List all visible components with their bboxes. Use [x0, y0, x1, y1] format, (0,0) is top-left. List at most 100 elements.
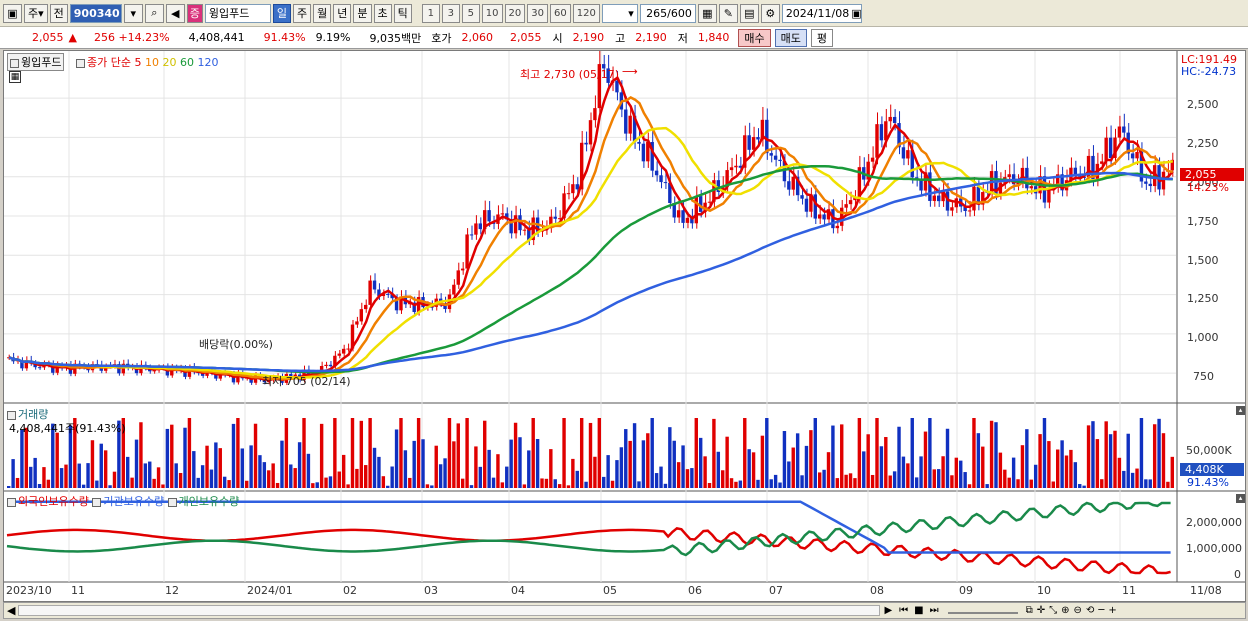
dividend-annotation: 배당락(0.00%) — [199, 338, 273, 351]
volume-bar — [1078, 484, 1082, 488]
scroll-right-icon[interactable]: ▶ — [880, 605, 896, 616]
volume-bar — [253, 423, 258, 488]
volume-bar — [518, 437, 522, 488]
trend-icon[interactable]: ⤡ — [1047, 605, 1059, 616]
dropdown-arrow-icon[interactable]: ▾ — [123, 3, 143, 23]
scroll-track[interactable] — [18, 605, 881, 616]
count-input[interactable]: 265/600 — [639, 3, 696, 23]
candle-body — [1135, 151, 1139, 159]
x-tick: 11 — [1122, 584, 1136, 597]
custom-period-select[interactable]: ▾ — [601, 3, 638, 23]
holding-line — [6, 526, 1171, 575]
speaker-icon[interactable]: ◀ — [165, 3, 185, 23]
sell-button[interactable]: 매도 — [774, 28, 807, 47]
ma-icon — [76, 58, 85, 68]
tab-week[interactable]: 주 — [293, 3, 312, 23]
reset-icon[interactable]: ⟲ — [1084, 605, 1096, 616]
candle-body — [822, 214, 826, 220]
minute-option-10[interactable]: 10 — [481, 3, 503, 23]
window-icon[interactable]: ▣ — [3, 3, 22, 23]
volume-bar — [42, 467, 46, 488]
volume-bar — [1082, 485, 1086, 488]
volume-bar — [646, 433, 650, 488]
holding-legend[interactable]: 외국인보유수량 기관보유수량 개인보유수량 — [7, 493, 239, 509]
tab-tick[interactable]: 틱 — [393, 3, 412, 23]
volume-bar — [64, 464, 68, 488]
minute-option-30[interactable]: 30 — [527, 3, 548, 23]
volume-bar — [562, 418, 566, 488]
forward-icon[interactable]: ⏭ — [927, 605, 942, 616]
candle-body — [553, 216, 557, 219]
zoom-slider[interactable] — [947, 607, 1018, 614]
volume-bar — [267, 470, 271, 488]
minute-option-5[interactable]: 5 — [461, 3, 480, 23]
candle-body — [685, 217, 690, 223]
plus-icon[interactable]: + — [1106, 605, 1118, 616]
calendar-icon[interactable]: ▣ — [851, 7, 861, 20]
volume-bar — [716, 451, 721, 488]
volume-bar — [240, 448, 245, 488]
minute-option-120[interactable]: 120 — [572, 3, 600, 23]
minute-option-1[interactable]: 1 — [421, 3, 440, 23]
tab-year[interactable]: 년 — [333, 3, 352, 23]
volume-bar — [205, 445, 209, 488]
low-label: 저 — [677, 31, 688, 45]
volume-bar — [1051, 481, 1055, 488]
candle-body — [936, 195, 941, 202]
layout-icon[interactable]: ⧉ — [1024, 605, 1035, 616]
volume-bar — [791, 447, 795, 488]
minus-icon[interactable]: ─ — [1096, 605, 1106, 616]
draw-tool-icon[interactable]: ✎ — [718, 3, 738, 23]
candle-body — [346, 348, 350, 350]
volume-bar — [892, 471, 897, 488]
period-type-label: 주 — [28, 7, 39, 20]
gear-icon[interactable]: ⚙ — [760, 3, 780, 23]
volume-bar — [1148, 479, 1152, 488]
stop-icon[interactable]: ■ — [911, 605, 926, 616]
minute-option-20[interactable]: 20 — [504, 3, 526, 23]
volume-bar — [381, 476, 386, 488]
save-icon[interactable]: ▤ — [739, 3, 759, 23]
volume-bar — [522, 484, 527, 488]
volume-bar — [527, 450, 531, 488]
crosshair-icon[interactable]: ✛ — [1035, 605, 1047, 616]
period-type-select[interactable]: 주 ▾ — [24, 3, 48, 23]
volume-bar — [919, 456, 923, 488]
table-icon[interactable]: ▦ — [9, 71, 21, 83]
minute-option-60[interactable]: 60 — [549, 3, 571, 23]
date-input[interactable]: 2024/11/08 ▣ — [781, 3, 862, 23]
grid-tool-icon[interactable]: ▦ — [697, 3, 717, 23]
tab-minute[interactable]: 분 — [353, 3, 372, 23]
minute-option-3[interactable]: 3 — [441, 3, 460, 23]
avg-button[interactable]: 평 — [810, 28, 833, 47]
zoom-out-icon[interactable]: ⊖ — [1072, 605, 1084, 616]
tab-day[interactable]: 일 — [272, 3, 292, 23]
prev-button[interactable]: 전 — [49, 3, 68, 23]
ma-legend[interactable]: 종가 단순 5 10 20 60 120 — [76, 54, 218, 70]
volume-bar — [1069, 449, 1073, 488]
chart-scrollbar[interactable]: ◀ ▶ ⏮ ■ ⏭ ⧉ ✛ ⤡ ⊕ ⊖ ⟲ ─ + — [3, 602, 1246, 619]
zoom-in-icon[interactable]: ⊕ — [1059, 605, 1071, 616]
candle-body — [37, 367, 42, 369]
volume-bar — [1060, 440, 1064, 488]
volume-bar — [284, 418, 289, 488]
tab-month[interactable]: 월 — [313, 3, 332, 23]
buy-button[interactable]: 매수 — [738, 28, 771, 47]
scroll-left-icon[interactable]: ◀ — [4, 604, 18, 617]
ma-20: 20 — [162, 56, 177, 69]
volume-bar — [1166, 481, 1170, 488]
search-icon[interactable]: ⌕ — [144, 3, 164, 23]
volume-bar — [579, 418, 584, 488]
rewind-icon[interactable]: ⏮ — [896, 605, 911, 616]
volume-bar — [756, 479, 760, 488]
volume-bar — [936, 469, 941, 488]
candle-body — [835, 225, 840, 229]
volume-bar — [1126, 433, 1130, 488]
collapse-icon[interactable]: ▴ — [1236, 494, 1245, 503]
collapse-icon[interactable]: ▴ — [1236, 406, 1245, 415]
chart-area[interactable]: 윙입푸드 종가 단순 5 10 20 60 120 ▦ LC:191.49 HC… — [3, 50, 1246, 602]
volume-bar — [90, 440, 95, 488]
price-panel-stock-label[interactable]: 윙입푸드 — [7, 53, 65, 71]
tab-second[interactable]: 초 — [373, 3, 392, 23]
stock-code-input[interactable]: 900340 — [69, 3, 122, 23]
